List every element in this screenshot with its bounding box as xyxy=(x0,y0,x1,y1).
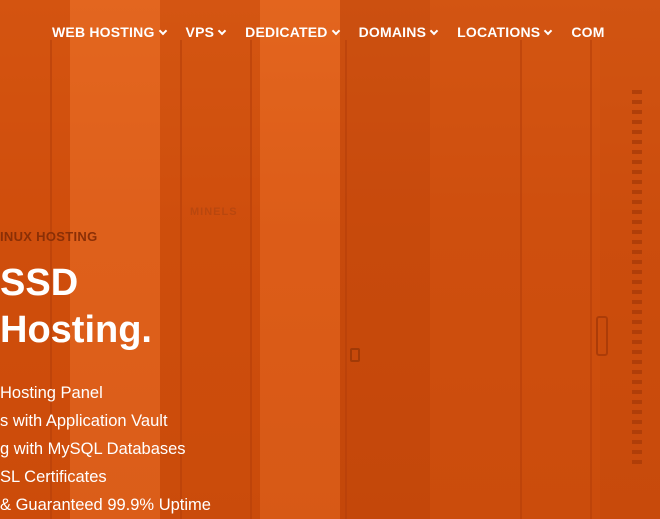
feature-item: g with MySQL Databases xyxy=(0,440,186,458)
server-rack xyxy=(260,0,340,519)
nav-label: DOMAINS xyxy=(358,24,427,40)
nav-locations[interactable]: LOCATIONS xyxy=(457,24,553,40)
feature-item: SL Certificates xyxy=(0,468,107,486)
rack-divider xyxy=(590,40,592,519)
nav-label: WEB HOSTING xyxy=(52,24,155,40)
chevron-down-icon xyxy=(158,26,167,35)
hero-eyebrow: INUX HOSTING xyxy=(0,229,98,244)
nav-company[interactable]: COM xyxy=(571,24,604,40)
server-rack xyxy=(600,0,660,519)
nav-label: COM xyxy=(571,24,605,40)
chevron-down-icon xyxy=(217,26,227,35)
nav-label: VPS xyxy=(185,24,215,40)
chevron-down-icon xyxy=(331,26,340,35)
server-rack xyxy=(340,0,430,519)
nav-domains[interactable]: DOMAINS xyxy=(358,24,439,40)
feature-list: Hosting Panel s with Application Vault g… xyxy=(0,381,211,519)
nav-web-hosting[interactable]: WEB HOSTING xyxy=(52,24,167,40)
rack-handle xyxy=(596,316,608,356)
feature-item: & Guaranteed 99.9% Uptime xyxy=(0,496,211,514)
nav-label: LOCATIONS xyxy=(457,24,541,40)
rack-divider xyxy=(250,40,252,519)
chevron-down-icon xyxy=(429,26,439,35)
feature-item: Hosting Panel xyxy=(0,384,103,402)
server-rack xyxy=(430,0,600,519)
rack-divider xyxy=(520,40,522,519)
rack-divider xyxy=(345,40,347,519)
rack-lock-icon xyxy=(350,348,360,362)
rack-vent-grill xyxy=(632,90,642,470)
rack-brand-label: MINELS xyxy=(190,206,238,218)
nav-vps[interactable]: VPS xyxy=(185,24,227,40)
nav-label: DEDICATED xyxy=(245,24,328,40)
chevron-down-icon xyxy=(544,26,553,35)
main-nav: WEB HOSTING VPS DEDICATED DOMAINS LOCATI… xyxy=(52,0,625,64)
feature-item: s with Application Vault xyxy=(0,412,168,430)
hero-title-line1: SSD xyxy=(0,262,79,304)
nav-dedicated[interactable]: DEDICATED xyxy=(245,24,340,40)
hero-title-line2: Hosting. xyxy=(0,309,152,351)
